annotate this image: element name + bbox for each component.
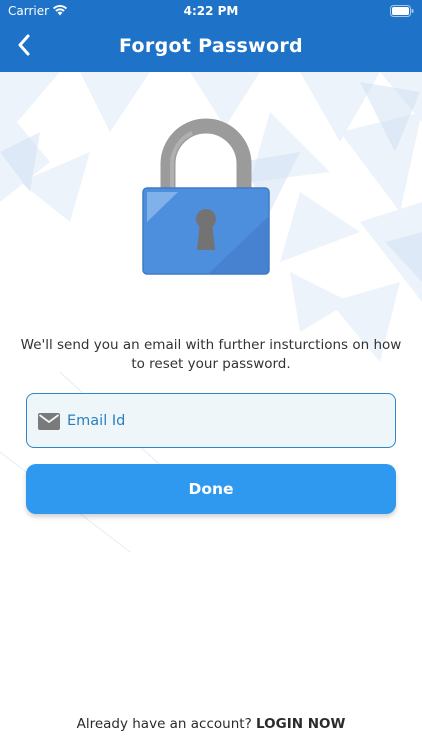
- footer: Already have an account? LOGIN NOW: [0, 716, 422, 732]
- footer-prompt: Already have an account?: [76, 716, 252, 732]
- email-input[interactable]: [67, 394, 385, 447]
- padlock-icon: [138, 118, 278, 282]
- instructions-text: We'll send you an email with further ins…: [20, 337, 402, 372]
- page-title: Forgot Password: [119, 35, 303, 57]
- done-button[interactable]: Done: [26, 464, 396, 514]
- login-now-link[interactable]: LOGIN NOW: [256, 716, 345, 732]
- status-time: 4:22 PM: [183, 4, 239, 18]
- nav-bar: Forgot Password: [0, 22, 422, 72]
- email-field[interactable]: [26, 393, 396, 448]
- mail-icon: [38, 413, 60, 434]
- status-bar: Carrier 4:22 PM: [0, 0, 422, 22]
- battery-icon: [390, 5, 414, 20]
